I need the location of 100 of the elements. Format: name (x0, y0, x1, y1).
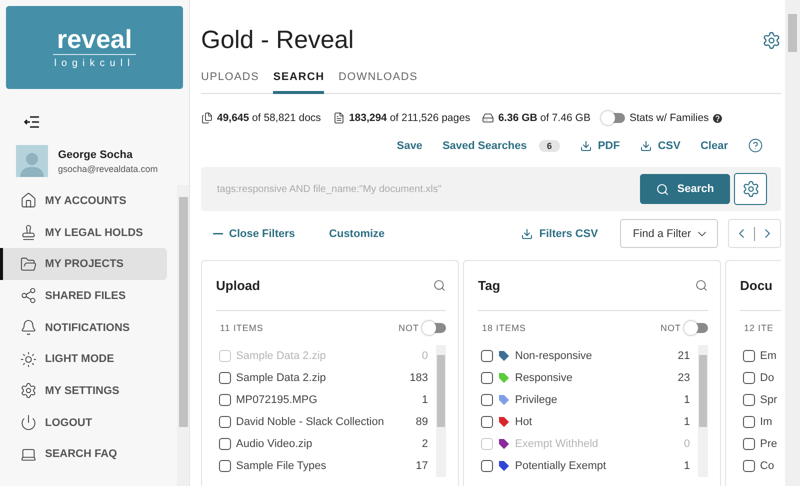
item-label: Pre (760, 438, 778, 450)
help-icon[interactable] (712, 114, 722, 122)
item-count: 18 ITEMS (482, 323, 526, 333)
not-label: NOT (660, 323, 681, 333)
item-count: 1 (684, 460, 691, 472)
minus-icon (213, 232, 223, 234)
item-count: 1 (684, 416, 691, 428)
item-count: 0 (422, 350, 429, 362)
checkbox[interactable] (743, 350, 755, 362)
item-count: 17 (416, 460, 429, 472)
item-count: 89 (416, 416, 429, 428)
item-count: 21 (678, 350, 691, 362)
checkbox[interactable] (481, 416, 493, 428)
checkbox[interactable] (219, 460, 231, 472)
search-icon[interactable] (433, 279, 446, 292)
item-label: Em (760, 350, 778, 362)
clear-link[interactable]: Clear (700, 140, 728, 152)
toggle-switch[interactable] (602, 113, 626, 123)
scrollbar[interactable] (436, 345, 446, 477)
tab[interactable]: DOWNLOADS (338, 71, 418, 94)
item-label: Exempt Withheld (515, 438, 600, 450)
gear-icon (742, 180, 760, 198)
checkbox[interactable] (743, 394, 755, 406)
item-label: Privilege (515, 394, 558, 406)
download-icon (580, 140, 592, 152)
item-label: Sample File Types (236, 460, 328, 472)
save-link[interactable]: Save (396, 140, 422, 152)
item-label: Spr (760, 394, 778, 406)
page-title: Gold - Reveal (201, 26, 354, 55)
checkbox[interactable] (219, 438, 231, 450)
stat-icon (201, 112, 213, 124)
checkbox[interactable] (743, 438, 755, 450)
scrollbar[interactable] (177, 185, 189, 486)
saved-searches-link[interactable]: Saved Searches 6 (442, 140, 560, 152)
nav-item[interactable]: MY LEGAL HOLDS (0, 216, 167, 248)
item-label: Non-responsive (515, 350, 594, 362)
item-label: David Noble - Slack Collection (236, 416, 385, 428)
tab[interactable]: SEARCH (273, 71, 324, 94)
not-toggle[interactable] (685, 323, 708, 333)
checkbox[interactable] (743, 460, 755, 472)
nav-item[interactable]: MY SETTINGS (0, 375, 167, 407)
nav-item[interactable]: LOGOUT (0, 406, 167, 438)
nav-item[interactable]: MY ACCOUNTS (0, 185, 167, 217)
customize-link[interactable]: Customize (317, 228, 397, 240)
avatar (16, 145, 48, 177)
nav-icon (20, 319, 37, 336)
checkbox[interactable] (481, 350, 493, 362)
checkbox[interactable] (219, 372, 231, 384)
nav-icon (20, 256, 37, 273)
scrollbar[interactable] (785, 0, 800, 486)
search-field[interactable]: tags:responsive AND file_name:"My document.xls" (215, 182, 636, 196)
panel-title: Docu (740, 278, 772, 293)
tab[interactable]: UPLOADS (201, 71, 260, 94)
item-label: Audio Video.zip (236, 438, 314, 450)
panel-title: Upload (216, 278, 260, 293)
nav-item[interactable]: NOTIFICATIONS (0, 312, 167, 344)
search-icon[interactable] (695, 279, 708, 292)
checkbox[interactable] (481, 460, 493, 472)
item-label: Potentially Exempt (515, 460, 608, 472)
find-filter-dropdown[interactable]: Find a Filter (620, 219, 718, 248)
item-count: 23 (678, 372, 691, 384)
help-icon[interactable] (748, 138, 763, 153)
item-count: 1 (422, 394, 429, 406)
checkbox[interactable] (219, 416, 231, 428)
checkbox[interactable] (743, 372, 755, 384)
nav-item[interactable]: SHARED FILES (0, 280, 167, 312)
filters-csv-link[interactable]: Filters CSV (509, 228, 610, 240)
stat-icon (332, 112, 345, 124)
checkbox[interactable] (481, 394, 493, 406)
item-label: Responsive (515, 372, 574, 384)
item-label: Do (760, 372, 776, 384)
stat-text: 49,645 of 58,821 docs (217, 112, 321, 124)
item-count: 183 (410, 372, 429, 384)
count-badge: 6 (538, 140, 560, 152)
not-toggle[interactable] (423, 323, 446, 333)
nav-item[interactable]: SEARCH FAQ (0, 438, 167, 470)
scrollbar[interactable] (698, 345, 708, 477)
nav-item[interactable]: MY PROJECTS (0, 248, 167, 280)
item-label: Hot (515, 416, 534, 428)
close-filters-link[interactable]: Close Filters (201, 228, 308, 240)
search-button[interactable]: Search (640, 174, 730, 204)
user-email: gsocha@revealdata.com (58, 164, 158, 174)
item-label: Sample Data 2.zip (236, 350, 327, 362)
not-label: NOT (398, 323, 419, 333)
checkbox[interactable] (743, 416, 755, 428)
search-settings-button[interactable] (734, 173, 767, 205)
pdf-download-link[interactable]: PDF (580, 140, 620, 152)
stat-text: 6.36 GB of 7.46 GB (498, 112, 590, 124)
item-label: MP072195.MPG (236, 394, 318, 406)
item-label: Im (760, 416, 774, 428)
collapse-menu-icon[interactable] (24, 115, 40, 129)
csv-download-link[interactable]: CSV (640, 140, 680, 152)
panel-title: Tag (478, 278, 500, 293)
checkbox[interactable] (481, 372, 493, 384)
checkbox[interactable] (219, 394, 231, 406)
item-label: Sample Data 2.zip (236, 372, 327, 384)
nav-item[interactable]: LIGHT MODE (0, 343, 167, 376)
download-icon (640, 140, 652, 152)
settings-icon[interactable] (762, 31, 781, 50)
nav-icon (20, 192, 37, 210)
